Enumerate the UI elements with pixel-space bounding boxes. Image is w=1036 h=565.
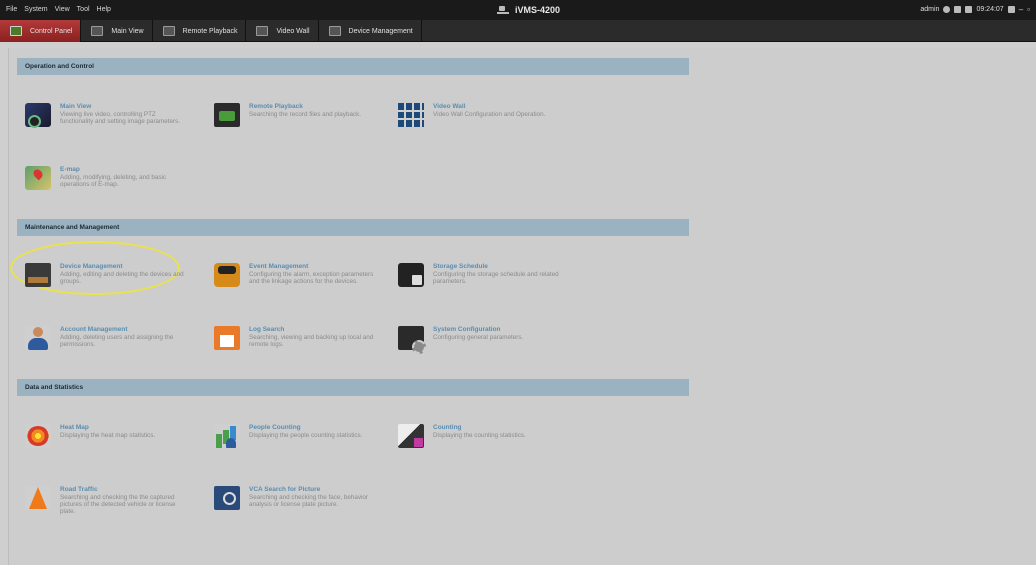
item-heat-map[interactable]: Heat Map Displaying the heat map statist… xyxy=(25,424,205,470)
item-description: Viewing live video, controlling PTZ func… xyxy=(60,111,181,125)
device-management-tab-icon xyxy=(328,26,341,36)
item-storage-schedule[interactable]: Storage Schedule Configuring the storage… xyxy=(398,263,578,309)
video-wall-icon xyxy=(398,103,424,127)
restore-button[interactable]: ▫ xyxy=(1027,5,1030,14)
tab-label: Video Wall xyxy=(276,27,310,35)
item-title: Counting xyxy=(433,424,462,431)
section-header-operation: Operation and Control xyxy=(17,58,689,75)
item-main-view[interactable]: Main View Viewing live video, controllin… xyxy=(25,103,205,149)
log-search-icon xyxy=(214,326,240,350)
tab-video-wall[interactable]: Video Wall xyxy=(246,20,319,42)
system-configuration-icon xyxy=(398,326,426,354)
item-title: Log Search xyxy=(249,326,285,333)
menu-file[interactable]: File xyxy=(6,6,17,13)
menu-help[interactable]: Help xyxy=(97,6,111,13)
tab-main-view[interactable]: Main View xyxy=(81,20,153,42)
item-title: Road Traffic xyxy=(60,486,98,493)
tab-control-panel[interactable]: Control Panel xyxy=(0,20,82,42)
item-description: Configuring the storage schedule and rel… xyxy=(433,271,559,285)
tab-label: Control Panel xyxy=(30,27,73,35)
item-title: Account Management xyxy=(60,326,128,333)
item-people-counting[interactable]: People Counting Displaying the people co… xyxy=(214,424,394,470)
emap-icon xyxy=(25,166,51,190)
account-management-icon xyxy=(25,326,51,350)
event-management-icon xyxy=(214,263,240,287)
item-title: Main View xyxy=(60,103,92,110)
item-counting[interactable]: Counting Displaying the counting statist… xyxy=(398,424,578,470)
item-title: Heat Map xyxy=(60,424,89,431)
item-description: Adding, editing and deleting the devices… xyxy=(60,271,184,285)
minimize-button[interactable]: – xyxy=(1019,5,1023,14)
item-description: Searching, viewing and backing up local … xyxy=(249,334,374,348)
item-title: People Counting xyxy=(249,424,301,431)
menu-system[interactable]: System xyxy=(24,6,47,13)
menu-view[interactable]: View xyxy=(55,6,70,13)
item-title: Storage Schedule xyxy=(433,263,488,270)
lock-icon[interactable] xyxy=(1007,6,1015,13)
item-device-management[interactable]: Device Management Adding, editing and de… xyxy=(25,263,205,309)
section-header-data: Data and Statistics xyxy=(17,379,689,396)
item-description: Searching and checking the the captured … xyxy=(60,494,176,515)
app-title: iVMS-4200 xyxy=(497,5,560,15)
item-description: Adding, modifying, deleting, and basic o… xyxy=(60,174,167,188)
remote-playback-tab-icon xyxy=(162,26,175,36)
counting-icon xyxy=(398,424,424,448)
message-icon[interactable] xyxy=(954,6,962,13)
vca-search-icon xyxy=(214,486,240,510)
status-area: admin 09:24:07 – ▫ xyxy=(920,5,1030,14)
item-title: E-map xyxy=(60,166,80,173)
menu-tool[interactable]: Tool xyxy=(77,6,90,13)
item-title: Event Management xyxy=(249,263,309,270)
item-description: Video Wall Configuration and Operation. xyxy=(433,111,546,118)
app-logo-icon xyxy=(497,6,509,14)
app-title-text: iVMS-4200 xyxy=(515,5,561,15)
menu-bar: File System View Tool Help xyxy=(6,6,111,13)
item-description: Adding, deleting users and assigning the… xyxy=(60,334,174,348)
item-title: Device Management xyxy=(60,263,123,270)
item-description: Displaying the counting statistics. xyxy=(433,432,526,439)
item-emap[interactable]: E-map Adding, modifying, deleting, and b… xyxy=(25,166,205,212)
device-management-icon xyxy=(25,263,51,287)
item-log-search[interactable]: Log Search Searching, viewing and backin… xyxy=(214,326,394,372)
storage-schedule-icon xyxy=(398,263,424,287)
tab-label: Main View xyxy=(111,27,144,35)
item-title: Video Wall xyxy=(433,103,466,110)
tab-device-management[interactable]: Device Management xyxy=(319,20,422,42)
remote-playback-icon xyxy=(214,103,240,127)
item-account-management[interactable]: Account Management Adding, deleting user… xyxy=(25,326,205,372)
clock-text: 09:24:07 xyxy=(976,6,1004,13)
video-wall-tab-icon xyxy=(256,26,269,36)
item-event-management[interactable]: Event Management Configuring the alarm, … xyxy=(214,263,394,309)
calendar-icon[interactable] xyxy=(965,6,973,13)
item-road-traffic[interactable]: Road Traffic Searching and checking the … xyxy=(25,486,205,532)
item-vca-search[interactable]: VCA Search for Picture Searching and che… xyxy=(214,486,394,532)
user-name[interactable]: admin xyxy=(920,6,939,13)
title-bar: File System View Tool Help iVMS-4200 adm… xyxy=(0,0,1036,20)
item-description: Searching the record files and playback. xyxy=(249,111,362,118)
network-icon[interactable] xyxy=(943,6,951,13)
item-description: Configuring the alarm, exception paramet… xyxy=(249,271,374,285)
heat-map-icon xyxy=(25,424,51,448)
item-description: Displaying the people counting statistic… xyxy=(249,432,363,439)
people-counting-icon xyxy=(214,424,240,448)
tab-label: Device Management xyxy=(348,27,413,35)
item-title: VCA Search for Picture xyxy=(249,486,321,493)
item-remote-playback[interactable]: Remote Playback Searching the record fil… xyxy=(214,103,394,149)
road-traffic-icon xyxy=(25,486,51,510)
item-description: Configuring general parameters. xyxy=(433,334,524,341)
control-panel-content: Operation and Control Main View Viewing … xyxy=(8,48,1036,565)
tab-remote-playback[interactable]: Remote Playback xyxy=(153,20,247,42)
item-title: Remote Playback xyxy=(249,103,303,110)
control-panel-icon xyxy=(10,26,22,36)
item-description: Searching and checking the face, behavio… xyxy=(249,494,369,508)
module-tab-bar: Control Panel Main View Remote Playback … xyxy=(0,20,1036,42)
section-header-maintenance: Maintenance and Management xyxy=(17,219,689,236)
tab-label: Remote Playback xyxy=(182,27,238,35)
item-video-wall[interactable]: Video Wall Video Wall Configuration and … xyxy=(398,103,578,149)
item-system-configuration[interactable]: System Configuration Configuring general… xyxy=(398,326,578,372)
main-view-tab-icon xyxy=(91,26,104,36)
item-description: Displaying the heat map statistics. xyxy=(60,432,156,439)
main-view-icon xyxy=(25,103,51,128)
item-title: System Configuration xyxy=(433,326,501,333)
